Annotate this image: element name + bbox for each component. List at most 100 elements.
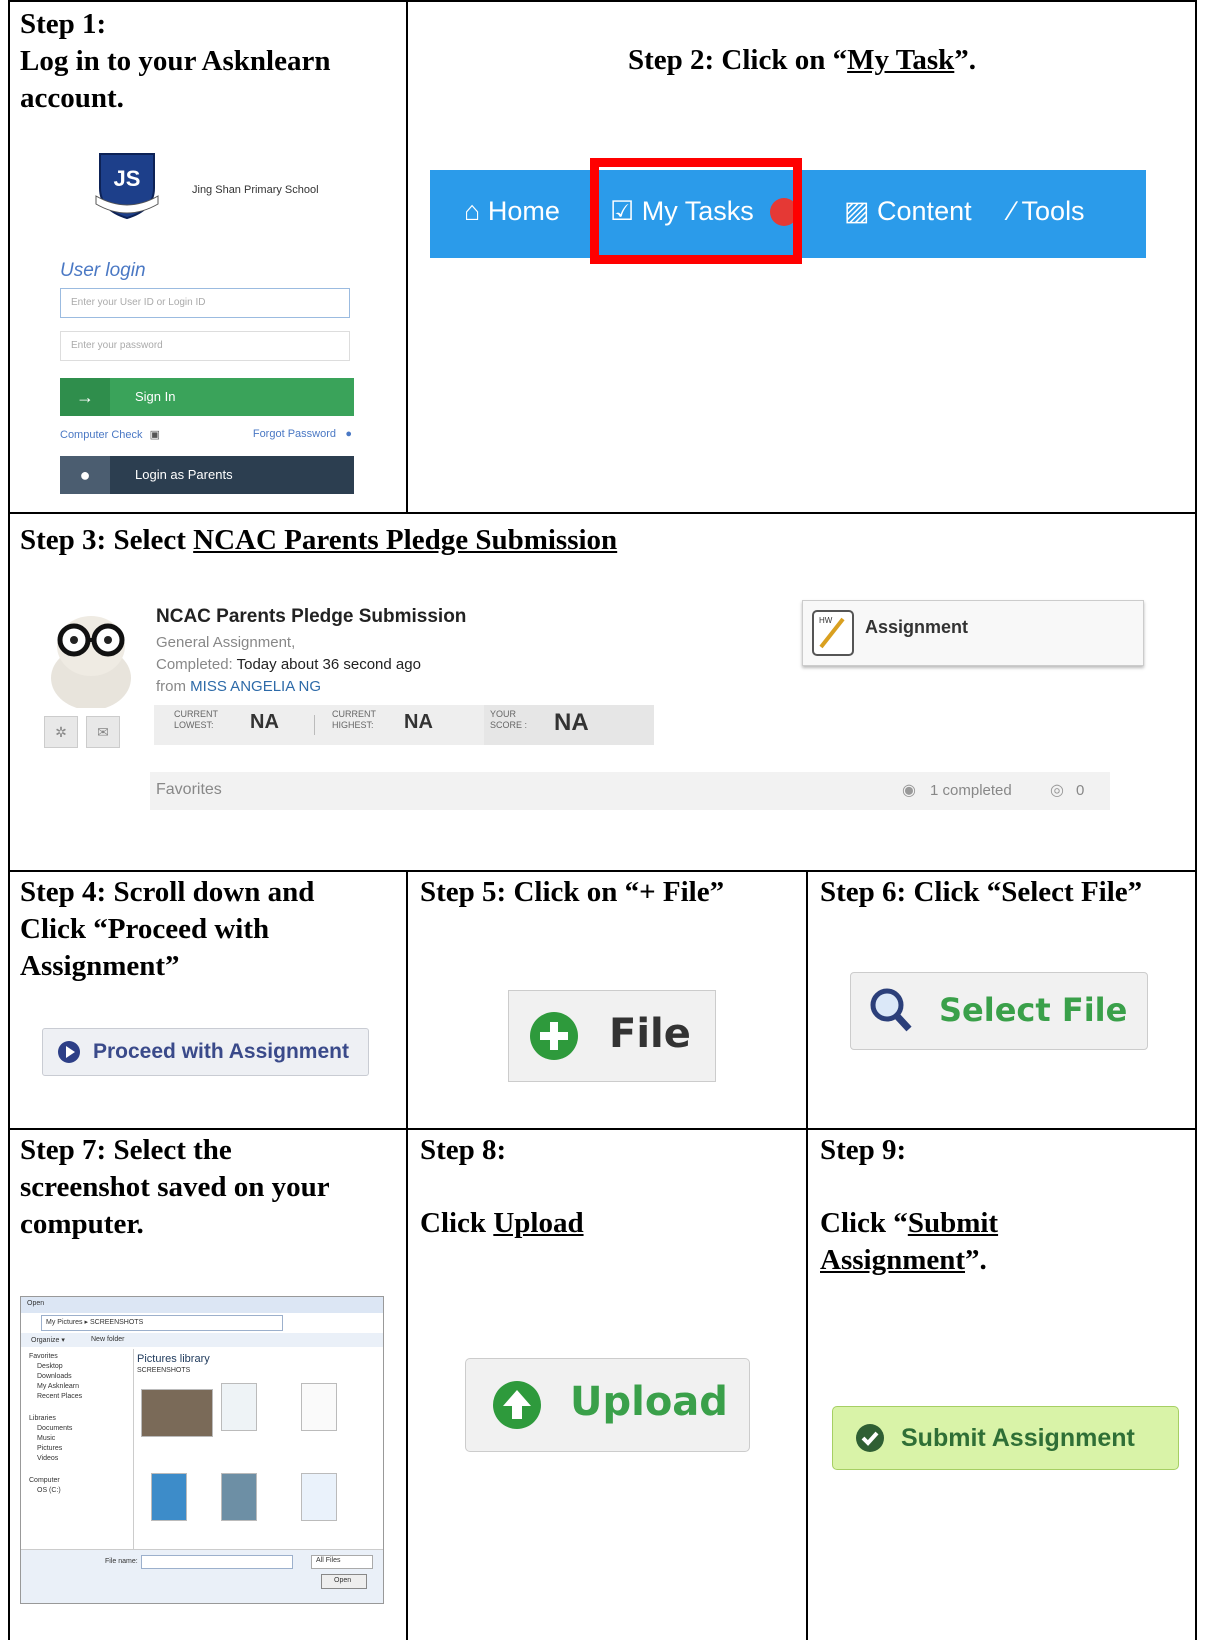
step8-heading: Step 8: Click Upload bbox=[420, 1132, 805, 1242]
favorites-link[interactable]: Favorites bbox=[156, 781, 222, 799]
file-thumbnail[interactable] bbox=[301, 1383, 337, 1431]
col-divider-2 bbox=[806, 870, 808, 1640]
library-subtitle: SCREENSHOTS bbox=[137, 1367, 191, 1374]
login-as-parents-button[interactable]: ● Login as Parents bbox=[60, 456, 354, 494]
step1-line1: Log in to your Asknlearn bbox=[20, 45, 331, 77]
score-divider bbox=[314, 715, 315, 735]
proceed-label: Proceed with Assignment bbox=[93, 1040, 349, 1063]
completed-value: Today about 36 second ago bbox=[236, 656, 421, 673]
computer-check-icon: ▣ bbox=[149, 429, 161, 441]
sidebar-item[interactable]: Pictures bbox=[37, 1445, 62, 1452]
new-folder-button[interactable]: New folder bbox=[91, 1336, 124, 1343]
play-circle-icon bbox=[58, 1041, 80, 1063]
upload-arrow-icon bbox=[493, 1381, 541, 1429]
userid-input[interactable]: Enter your User ID or Login ID bbox=[60, 288, 350, 318]
sidebar-item[interactable]: My Asknlearn bbox=[37, 1383, 79, 1390]
homework-icon: HW bbox=[812, 610, 854, 656]
proceed-with-assignment-button[interactable]: Proceed with Assignment bbox=[42, 1028, 369, 1076]
filter-select[interactable]: All Files bbox=[311, 1555, 373, 1569]
filename-input[interactable] bbox=[141, 1555, 293, 1569]
step9-instruction: Click “Submit Assignment”. bbox=[820, 1205, 1195, 1279]
pin-icon[interactable]: ✲ bbox=[44, 716, 78, 748]
step2-heading: Step 2: Click on “My Task”. bbox=[408, 42, 1196, 79]
computer-check-link[interactable]: Computer Check bbox=[60, 429, 143, 441]
lowest-label-2: LOWEST: bbox=[174, 720, 214, 730]
file-thumbnail[interactable] bbox=[301, 1473, 337, 1521]
sidebar-item[interactable]: Libraries bbox=[29, 1415, 56, 1422]
organize-button[interactable]: Organize ▾ bbox=[31, 1336, 65, 1344]
sidebar-item[interactable]: Computer bbox=[29, 1477, 60, 1484]
step2-suffix: ”. bbox=[954, 44, 977, 76]
open-button-label: Open bbox=[334, 1577, 352, 1584]
nav-home-label: Home bbox=[487, 196, 560, 226]
nav-tools-label: Tools bbox=[1021, 196, 1085, 226]
select-file-button[interactable]: Select File bbox=[850, 972, 1148, 1050]
nav-tools[interactable]: ∕ Tools bbox=[1010, 196, 1085, 227]
step8-label: Step 8: bbox=[420, 1134, 507, 1166]
step9-prefix: Click “ bbox=[820, 1207, 908, 1239]
step9-link1: Submit bbox=[907, 1207, 999, 1239]
sidebar-item[interactable]: Videos bbox=[37, 1455, 58, 1462]
step6-heading: Step 6: Click “Select File” bbox=[820, 876, 1143, 908]
from-label: from bbox=[156, 678, 186, 695]
lowest-label-1: CURRENT bbox=[174, 709, 218, 719]
forgot-password-link[interactable]: Forgot Password bbox=[253, 428, 336, 440]
sidebar-item[interactable]: Music bbox=[37, 1435, 55, 1442]
nav-content[interactable]: ▨ Content bbox=[844, 196, 972, 227]
score-label: YOUR SCORE : bbox=[490, 709, 527, 731]
table-border-top bbox=[8, 0, 1197, 2]
assignment-card[interactable]: ✲ ✉ NCAC Parents Pledge Submission Gener… bbox=[20, 600, 1144, 830]
upload-button[interactable]: Upload bbox=[465, 1358, 750, 1452]
dialog-toolbar: Organize ▾ New folder bbox=[21, 1333, 383, 1347]
completed-count[interactable]: 1 completed bbox=[930, 782, 1012, 799]
sidebar-item[interactable]: Documents bbox=[37, 1425, 72, 1432]
add-file-button[interactable]: File bbox=[508, 990, 716, 1082]
sidebar-item[interactable]: Desktop bbox=[37, 1363, 63, 1370]
mail-icon[interactable]: ✉ bbox=[86, 716, 120, 748]
step9-label: Step 9: bbox=[820, 1134, 907, 1166]
from-line: from MISS ANGELIA NG bbox=[156, 678, 321, 695]
sidebar-item[interactable]: Downloads bbox=[37, 1373, 72, 1380]
step9-heading: Step 9: Click “Submit Assignment”. bbox=[820, 1132, 1195, 1279]
highlight-box bbox=[590, 158, 802, 264]
file-open-dialog: Open My Pictures ▸ SCREENSHOTS Organize … bbox=[20, 1296, 384, 1604]
assignment-title[interactable]: NCAC Parents Pledge Submission bbox=[156, 606, 466, 628]
step4-line1: Step 4: Scroll down and bbox=[20, 876, 315, 908]
row-divider-3 bbox=[8, 1128, 1197, 1130]
highest-label-1: CURRENT bbox=[332, 709, 376, 719]
file-thumbnail[interactable] bbox=[151, 1473, 187, 1521]
col-divider-1b bbox=[406, 870, 408, 1640]
nav-home[interactable]: ⌂ Home bbox=[464, 196, 560, 227]
filter-value: All Files bbox=[316, 1557, 341, 1564]
sidebar-item[interactable]: Recent Places bbox=[37, 1393, 82, 1400]
score-value: NA bbox=[554, 709, 589, 736]
completed-line: Completed: Today about 36 second ago bbox=[156, 656, 421, 673]
comments-count[interactable]: 0 bbox=[1076, 782, 1084, 799]
assignment-tag-label: Assignment bbox=[865, 617, 969, 637]
step8-instruction: Click Upload bbox=[420, 1205, 805, 1242]
step1-line2: account. bbox=[20, 82, 124, 114]
help-icon: ● bbox=[345, 428, 352, 440]
dialog-address-bar[interactable]: My Pictures ▸ SCREENSHOTS bbox=[41, 1315, 283, 1331]
file-thumbnail[interactable] bbox=[221, 1383, 257, 1431]
sign-in-icon: → bbox=[60, 378, 110, 416]
row-divider-1 bbox=[8, 512, 1197, 514]
sidebar-item[interactable]: Favorites bbox=[29, 1353, 58, 1360]
sidebar-item[interactable]: OS (C:) bbox=[37, 1487, 61, 1494]
step8-prefix: Click bbox=[420, 1207, 494, 1239]
password-input[interactable]: Enter your password bbox=[60, 331, 350, 361]
submit-assignment-button[interactable]: Submit Assignment bbox=[832, 1406, 1179, 1470]
assignment-type: General Assignment, bbox=[156, 634, 296, 651]
file-thumbnail[interactable] bbox=[141, 1389, 213, 1437]
step7-heading: Step 7: Select the screenshot saved on y… bbox=[20, 1132, 400, 1243]
image-icon: ▨ bbox=[844, 196, 870, 226]
dialog-footer: File name: All Files Open bbox=[21, 1549, 383, 1603]
open-button[interactable]: Open bbox=[321, 1574, 367, 1589]
from-value: MISS ANGELIA NG bbox=[190, 678, 322, 695]
file-thumbnail[interactable] bbox=[221, 1473, 257, 1521]
step7-line3: computer. bbox=[20, 1208, 144, 1240]
sign-in-button[interactable]: → Sign In bbox=[60, 378, 354, 416]
brush-icon: ∕ bbox=[1010, 196, 1015, 226]
select-file-label: Select File bbox=[939, 991, 1128, 1029]
score-bar: CURRENT LOWEST: NA CURRENT HIGHEST: NA YOU… bbox=[154, 705, 654, 745]
